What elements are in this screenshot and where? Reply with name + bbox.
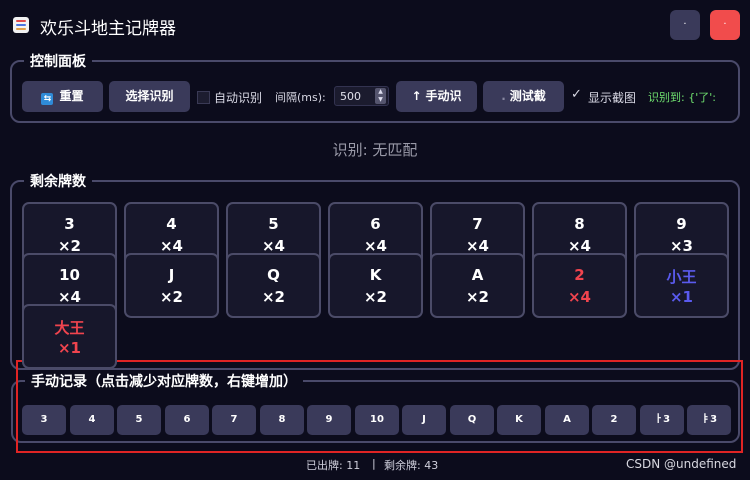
- manual-recognize-label: 手动识: [425, 89, 462, 103]
- card-count: ×4: [567, 288, 591, 306]
- show-screenshot-label: 显示截图: [588, 91, 637, 105]
- show-screenshot-checkbox[interactable]: ✓: [571, 87, 582, 102]
- app-title: 欢乐斗地主记牌器: [40, 19, 176, 39]
- test-screenshot-label: 测试截: [509, 89, 546, 103]
- card-name: J: [168, 266, 175, 284]
- card-tile: 小王 ×1: [634, 253, 729, 318]
- card-name: 9: [676, 215, 687, 233]
- auto-recognize-checkbox[interactable]: [197, 91, 210, 104]
- card-count: ×2: [363, 288, 387, 306]
- watermark: CSDN @undefined: [626, 457, 737, 471]
- interval-spinbox[interactable]: 500 ▲ ▼: [334, 86, 389, 106]
- check-icon: ✓: [571, 87, 582, 102]
- recognition-status: 识别: 无匹配: [332, 141, 418, 159]
- spin-down-icon[interactable]: ▼: [375, 96, 386, 104]
- reset-label: 重置: [59, 89, 84, 103]
- card-name: 6: [370, 215, 381, 233]
- spin-arrows[interactable]: ▲ ▼: [375, 88, 386, 104]
- card-tile: Q ×2: [226, 253, 321, 318]
- card-name: 8: [574, 215, 585, 233]
- card-name: 7: [472, 215, 483, 233]
- manual-recognize-button[interactable]: ↑ 手动识: [396, 81, 477, 112]
- remaining-count: 剩余牌: 43: [384, 459, 439, 472]
- test-screenshot-button[interactable]: . 测试截: [483, 81, 564, 112]
- test-icon: .: [501, 89, 506, 103]
- card-name: 小王: [666, 268, 697, 286]
- reset-button[interactable]: ⇆ 重置: [22, 81, 103, 112]
- minimize-button[interactable]: ·: [670, 10, 700, 40]
- played-count: 已出牌: 11: [306, 459, 361, 472]
- arrow-up-icon: ↑: [411, 89, 422, 103]
- card-count: ×1: [57, 339, 81, 357]
- recognized-result: 识别到: {'了':: [648, 91, 716, 104]
- card-name: 4: [166, 215, 177, 233]
- card-tile: 大王 ×1: [22, 304, 117, 369]
- app-icon: [13, 17, 29, 33]
- close-button[interactable]: ·: [710, 10, 740, 40]
- card-name: Q: [267, 266, 280, 284]
- card-name: A: [471, 266, 484, 284]
- card-name: 5: [268, 215, 279, 233]
- card-count: ×2: [159, 288, 183, 306]
- card-tile: J ×2: [124, 253, 219, 318]
- card-tile: 2 ×4: [532, 253, 627, 318]
- interval-label: 间隔(ms):: [275, 91, 326, 104]
- card-tile: K ×2: [328, 253, 423, 318]
- select-recognition-button[interactable]: 选择识别: [109, 81, 190, 112]
- card-name: 2: [574, 266, 585, 284]
- card-name: K: [369, 266, 382, 284]
- card-tile: A ×2: [430, 253, 525, 318]
- control-panel-title: 控制面板: [24, 51, 92, 71]
- auto-recognize-label: 自动识别: [214, 91, 263, 105]
- card-name: 大王: [54, 319, 85, 337]
- refresh-icon: ⇆: [41, 93, 54, 105]
- spin-up-icon[interactable]: ▲: [375, 88, 386, 96]
- card-count: ×2: [465, 288, 489, 306]
- title-bar: 欢乐斗地主记牌器 · ·: [0, 0, 750, 50]
- card-name: 3: [64, 215, 75, 233]
- highlight-frame: [16, 360, 743, 453]
- card-count: ×1: [669, 288, 693, 306]
- remaining-cards-title: 剩余牌数: [24, 171, 92, 191]
- footer-separator: |: [372, 457, 376, 470]
- card-count: ×2: [261, 288, 285, 306]
- card-name: 10: [59, 266, 80, 284]
- interval-value: 500: [340, 90, 361, 103]
